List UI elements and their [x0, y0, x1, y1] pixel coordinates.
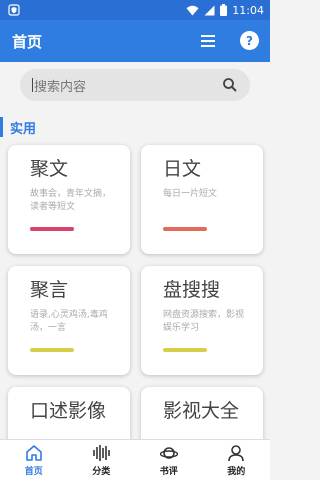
battery-icon: [220, 4, 228, 16]
nav-label: 书评: [159, 467, 178, 477]
nav-item-home[interactable]: 首页: [0, 440, 68, 480]
card-accent-bar: [30, 348, 74, 352]
search-input[interactable]: 搜索内容: [20, 69, 250, 101]
text-cursor: [32, 78, 33, 92]
search-placeholder: 搜索内容: [34, 79, 87, 95]
home-icon: [25, 445, 42, 461]
card-pansousou[interactable]: 盘搜搜 网盘资源搜索，影视娱乐学习: [141, 266, 263, 375]
nav-item-book-review[interactable]: 书评: [135, 440, 203, 480]
status-bar: 11:04: [0, 0, 270, 20]
card-accent-bar: [163, 227, 207, 231]
user-icon: [228, 445, 245, 462]
signal-icon: [204, 5, 215, 15]
card-juyan[interactable]: 聚言 语录,心灵鸡汤,毒鸡汤，一言: [8, 266, 130, 375]
section-accent-bar: [0, 117, 3, 137]
nav-label: 我的: [227, 467, 246, 477]
card-description: 每日一片短文: [163, 189, 218, 199]
nav-item-mine[interactable]: 我的: [203, 440, 271, 480]
card-description: 网盘资源搜索，影视娱乐学习: [163, 310, 245, 333]
status-time: 11:04: [232, 3, 264, 17]
card-title: 口述影像: [30, 400, 107, 422]
section-header: 实用: [0, 116, 36, 138]
category-icon: [93, 445, 111, 461]
help-button[interactable]: ?: [240, 31, 259, 50]
list-menu-icon: [201, 35, 215, 47]
shield-notification-icon: [8, 4, 20, 16]
card-description: 故事会，青年文摘，读者等短文: [30, 189, 112, 212]
card-title: 日文: [163, 158, 202, 180]
page-title: 首页: [12, 33, 43, 51]
help-icon: ?: [246, 33, 253, 48]
app-bar: 首页 ?: [0, 20, 270, 62]
card-juwen[interactable]: 聚文 故事会，青年文摘，读者等短文: [8, 145, 130, 254]
card-riwen[interactable]: 日文 每日一片短文: [141, 145, 263, 254]
status-icons: 11:04: [186, 2, 264, 18]
nav-label: 首页: [24, 467, 43, 477]
menu-button[interactable]: [198, 31, 218, 51]
card-accent-bar: [30, 227, 74, 231]
card-title: 影视大全: [163, 400, 240, 422]
search-icon[interactable]: [222, 77, 238, 93]
card-title: 聚言: [30, 279, 69, 301]
card-title: 盘搜搜: [163, 279, 221, 301]
nav-label: 分类: [92, 467, 111, 477]
card-description: 语录,心灵鸡汤,毒鸡汤，一言: [30, 310, 108, 333]
nav-item-category[interactable]: 分类: [68, 440, 136, 480]
bottom-navigation: 首页 分类 书评 我的: [0, 439, 270, 480]
card-accent-bar: [163, 348, 207, 352]
planet-icon: [159, 447, 178, 459]
card-title: 聚文: [30, 158, 69, 180]
section-title: 实用: [10, 121, 37, 137]
wifi-icon: [186, 5, 199, 15]
